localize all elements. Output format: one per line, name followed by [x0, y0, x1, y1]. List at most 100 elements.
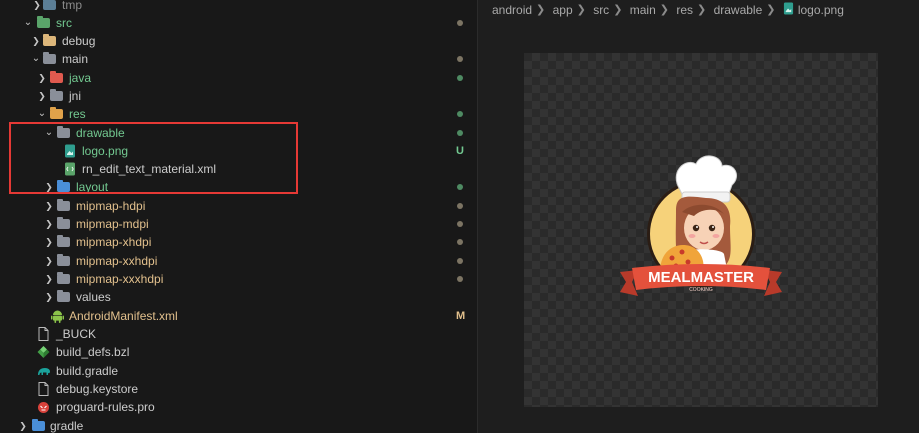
git-untracked-badge: U: [456, 145, 464, 157]
tree-label: java: [69, 71, 92, 85]
chevron-down-icon: ⌄: [23, 17, 33, 28]
breadcrumb-item[interactable]: android: [492, 2, 532, 18]
tree-file-android-manifest[interactable]: AndroidManifest.xml M: [0, 307, 477, 325]
tree-folder-jni[interactable]: ❯ jni: [0, 87, 477, 105]
tree-label: mipmap-xxhdpi: [76, 254, 158, 268]
tree-file-build-defs[interactable]: build_defs.bzl: [0, 343, 477, 361]
git-status-dot: [457, 276, 463, 282]
chevron-right-icon: ❯: [45, 256, 53, 266]
tree-folder-mipmap-xxhdpi[interactable]: ❯ mipmap-xxhdpi: [0, 252, 477, 270]
tree-file-proguard-rules[interactable]: proguard-rules.pro: [0, 398, 477, 416]
folder-icon: [57, 270, 71, 288]
git-status-dot: [457, 56, 463, 62]
tree-label: mipmap-mdpi: [76, 217, 149, 231]
folder-icon: [43, 50, 57, 68]
tree-label: mipmap-hdpi: [76, 199, 146, 213]
chevron-right-icon: ❯: [19, 421, 27, 431]
chevron-right-icon: ❯: [45, 292, 53, 302]
folder-icon: [32, 417, 46, 433]
folder-icon: [37, 14, 51, 32]
logo-text: MEALMASTER: [648, 269, 754, 286]
tree-label: tmp: [62, 0, 83, 12]
image-canvas[interactable]: MEALMASTER COOKING: [524, 53, 878, 407]
folder-icon: [50, 87, 64, 105]
chevron-right-icon: ❯: [32, 36, 40, 46]
image-file-icon: [783, 2, 794, 15]
tree-label: debug: [62, 34, 96, 48]
tree-folder-tmp[interactable]: ❯ tmp: [0, 0, 477, 14]
folder-icon: [43, 32, 57, 50]
chevron-down-icon: ⌄: [31, 53, 41, 64]
tree-folder-src[interactable]: ⌄ src: [0, 14, 477, 32]
tree-file-build-gradle[interactable]: build.gradle: [0, 362, 477, 380]
tree-label: gradle: [50, 419, 84, 433]
chevron-right-icon: ❯: [659, 3, 669, 16]
chevron-right-icon: ❯: [613, 3, 623, 16]
tree-label: src: [56, 16, 72, 30]
tree-file-buck[interactable]: _BUCK: [0, 325, 477, 343]
chevron-right-icon: ❯: [38, 73, 46, 83]
bazel-icon: [37, 343, 51, 361]
chevron-right-icon: ❯: [45, 274, 53, 284]
folder-icon: [43, 0, 57, 14]
file-icon: [38, 325, 52, 343]
chevron-right-icon: ❯: [536, 3, 546, 16]
tree-folder-main[interactable]: ⌄ main: [0, 50, 477, 68]
tree-folder-values[interactable]: ❯ values: [0, 288, 477, 306]
chevron-right-icon: ❯: [45, 201, 53, 211]
breadcrumb-item[interactable]: drawable: [714, 2, 763, 18]
tree-label: jni: [69, 89, 82, 103]
git-status-dot: [457, 203, 463, 209]
tree-folder-java[interactable]: ❯ java: [0, 69, 477, 87]
tree-folder-mipmap-mdpi[interactable]: ❯ mipmap-mdpi: [0, 215, 477, 233]
image-preview-editor: android ❯ app ❯ src ❯ main ❯ res ❯ drawable ❯ …: [478, 0, 919, 433]
chevron-right-icon: ❯: [697, 3, 707, 16]
chevron-right-icon: ❯: [38, 91, 46, 101]
logo-image: MEALMASTER COOKING: [620, 155, 782, 296]
tree-label: _BUCK: [56, 327, 97, 341]
folder-icon: [57, 215, 71, 233]
vscode-window: ❯ tmp ⌄ src ❯ debug ⌄ main ❯ java ❯ jni …: [0, 0, 919, 433]
tree-label: main: [62, 52, 89, 66]
folder-icon: [50, 105, 64, 123]
tree-folder-mipmap-xhdpi[interactable]: ❯ mipmap-xhdpi: [0, 233, 477, 251]
git-status-dot: [457, 75, 463, 81]
chevron-right-icon: ❯: [576, 3, 586, 16]
tree-label: debug.keystore: [56, 382, 139, 396]
tree-folder-res[interactable]: ⌄ res: [0, 105, 477, 123]
tree-label: proguard-rules.pro: [56, 400, 155, 414]
chevron-right-icon: ❯: [766, 3, 776, 16]
tree-label: values: [76, 290, 111, 304]
folder-icon: [57, 233, 71, 251]
breadcrumb-item[interactable]: res: [676, 2, 693, 18]
git-status-dot: [457, 258, 463, 264]
git-status-dot: [457, 184, 463, 190]
git-status-dot: [457, 130, 463, 136]
tree-label: mipmap-xhdpi: [76, 235, 152, 249]
tree-label: res: [69, 107, 86, 121]
tree-folder-mipmap-xxxhdpi[interactable]: ❯ mipmap-xxxhdpi: [0, 270, 477, 288]
tree-folder-debug[interactable]: ❯ debug: [0, 32, 477, 50]
tree-folder-gradle[interactable]: ❯ gradle: [0, 417, 477, 433]
chevron-right-icon: ❯: [45, 237, 53, 247]
chevron-down-icon: ⌄: [37, 108, 47, 119]
folder-icon: [50, 69, 64, 87]
file-explorer: ❯ tmp ⌄ src ❯ debug ⌄ main ❯ java ❯ jni …: [0, 0, 478, 433]
breadcrumb-item[interactable]: main: [630, 2, 656, 18]
tree-label: build.gradle: [56, 364, 119, 378]
gradle-icon: [37, 362, 51, 380]
tree-label: build_defs.bzl: [56, 345, 130, 359]
highlight-box: [9, 122, 298, 194]
logo-subtext: COOKING: [689, 287, 713, 293]
breadcrumb-item[interactable]: src: [593, 2, 609, 18]
git-status-dot: [457, 239, 463, 245]
tree-file-debug-keystore[interactable]: debug.keystore: [0, 380, 477, 398]
breadcrumb-item[interactable]: logo.png: [798, 2, 844, 18]
folder-icon: [57, 252, 71, 270]
folder-icon: [57, 288, 71, 306]
git-modified-badge: M: [456, 310, 466, 322]
breadcrumb-item[interactable]: app: [553, 2, 573, 18]
chevron-right-icon: ❯: [45, 219, 53, 229]
proguard-icon: [37, 398, 51, 416]
tree-folder-mipmap-hdpi[interactable]: ❯ mipmap-hdpi: [0, 197, 477, 215]
